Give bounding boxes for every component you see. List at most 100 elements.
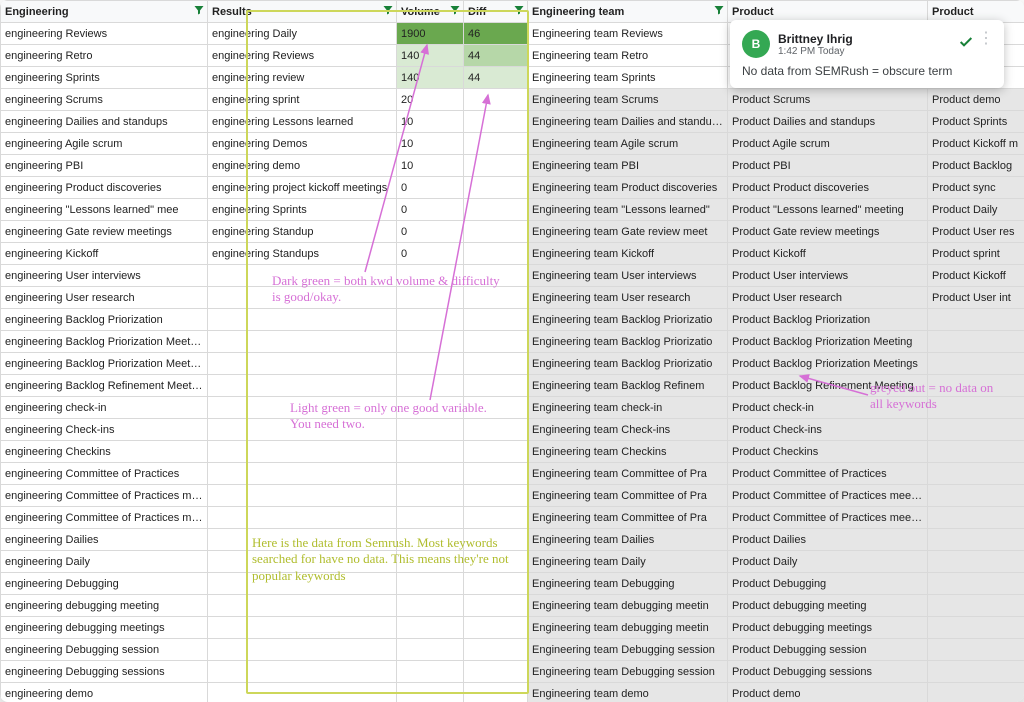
cell-c3[interactable]: 10 <box>397 133 464 155</box>
cell-c2[interactable] <box>208 639 397 661</box>
col-header-engineering[interactable]: Engineering <box>1 1 208 23</box>
cell-c2[interactable] <box>208 463 397 485</box>
cell-c4[interactable] <box>464 463 528 485</box>
cell-c1[interactable]: engineering "Lessons learned" mee <box>1 199 208 221</box>
cell-c2[interactable]: engineering Reviews <box>208 45 397 67</box>
col-header-engteam[interactable]: Engineering team <box>528 1 728 23</box>
cell-c2[interactable]: engineering sprint <box>208 89 397 111</box>
cell-c1[interactable]: engineering Scrums <box>1 89 208 111</box>
table-row[interactable]: engineering Debugging sessionEngineering… <box>1 639 1024 661</box>
cell-c3[interactable] <box>397 683 464 702</box>
cell-c3[interactable] <box>397 353 464 375</box>
cell-c3[interactable]: 0 <box>397 177 464 199</box>
comment-menu-icon[interactable]: ⋮ <box>978 34 994 44</box>
cell-c7[interactable] <box>928 463 1024 485</box>
cell-c6[interactable]: Product Dailies <box>728 529 928 551</box>
cell-c3[interactable] <box>397 639 464 661</box>
cell-c2[interactable] <box>208 617 397 639</box>
cell-c1[interactable]: engineering Retro <box>1 45 208 67</box>
funnel-icon[interactable] <box>513 4 525 16</box>
cell-c5[interactable]: Engineering team Backlog Priorizatio <box>528 309 728 331</box>
cell-c2[interactable]: engineering demo <box>208 155 397 177</box>
cell-c7[interactable]: Product Sprints <box>928 111 1024 133</box>
table-row[interactable]: engineering DailiesEngineering team Dail… <box>1 529 1024 551</box>
table-row[interactable]: engineering Backlog Priorization Meeting… <box>1 331 1024 353</box>
col-header-diff[interactable]: Diff <box>464 1 528 23</box>
cell-c5[interactable]: Engineering team Reviews <box>528 23 728 45</box>
cell-c7[interactable] <box>928 353 1024 375</box>
cell-c1[interactable]: engineering Committee of Practices meeti… <box>1 507 208 529</box>
cell-c1[interactable]: engineering Checkins <box>1 441 208 463</box>
cell-c5[interactable]: Engineering team debugging meetin <box>528 617 728 639</box>
cell-c2[interactable] <box>208 353 397 375</box>
cell-c2[interactable] <box>208 683 397 702</box>
cell-c1[interactable]: engineering Dailies <box>1 529 208 551</box>
cell-c7[interactable]: Product User res <box>928 221 1024 243</box>
cell-c1[interactable]: engineering Reviews <box>1 23 208 45</box>
cell-c3[interactable] <box>397 551 464 573</box>
funnel-icon[interactable] <box>449 4 461 16</box>
cell-c7[interactable]: Product sprint <box>928 243 1024 265</box>
table-row[interactable]: engineering demoEngineering team demoPro… <box>1 683 1024 702</box>
cell-c2[interactable] <box>208 397 397 419</box>
cell-c2[interactable] <box>208 507 397 529</box>
cell-c3[interactable] <box>397 397 464 419</box>
cell-c6[interactable]: Product Kickoff <box>728 243 928 265</box>
cell-c5[interactable]: Engineering team Dailies and standups <box>528 111 728 133</box>
cell-c5[interactable]: Engineering team Backlog Priorizatio <box>528 331 728 353</box>
comment-popup[interactable]: B Brittney Ihrig 1:42 PM Today ⋮ No data… <box>730 20 1004 88</box>
table-row[interactable]: engineering Backlog PriorizationEngineer… <box>1 309 1024 331</box>
cell-c4[interactable] <box>464 177 528 199</box>
table-row[interactable]: engineering Backlog Refinement MeetingEn… <box>1 375 1024 397</box>
cell-c7[interactable] <box>928 683 1024 702</box>
cell-c2[interactable]: engineering Standup <box>208 221 397 243</box>
cell-c2[interactable]: engineering project kickoff meetings <box>208 177 397 199</box>
cell-c1[interactable]: engineering check-in <box>1 397 208 419</box>
cell-c2[interactable] <box>208 573 397 595</box>
table-row[interactable]: engineering Dailies and standupsengineer… <box>1 111 1024 133</box>
cell-c3[interactable]: 20 <box>397 89 464 111</box>
table-row[interactable]: engineering Backlog Priorization Meeting… <box>1 353 1024 375</box>
cell-c2[interactable] <box>208 485 397 507</box>
cell-c3[interactable]: 0 <box>397 221 464 243</box>
cell-c4[interactable] <box>464 397 528 419</box>
cell-c6[interactable]: Product Dailies and standups <box>728 111 928 133</box>
cell-c1[interactable]: engineering Backlog Priorization Meeting <box>1 331 208 353</box>
table-row[interactable]: engineering User interviewsEngineering t… <box>1 265 1024 287</box>
cell-c6[interactable]: Product Checkins <box>728 441 928 463</box>
cell-c2[interactable]: engineering review <box>208 67 397 89</box>
col-header-volume[interactable]: Volume <box>397 1 464 23</box>
cell-c5[interactable]: Engineering team Checkins <box>528 441 728 463</box>
cell-c7[interactable]: Product Daily <box>928 199 1024 221</box>
cell-c5[interactable]: Engineering team Backlog Priorizatio <box>528 353 728 375</box>
cell-c3[interactable] <box>397 287 464 309</box>
cell-c7[interactable]: Product User int <box>928 287 1024 309</box>
cell-c5[interactable]: Engineering team Retro <box>528 45 728 67</box>
cell-c2[interactable] <box>208 309 397 331</box>
cell-c5[interactable]: Engineering team Debugging session <box>528 639 728 661</box>
cell-c6[interactable]: Product Committee of Practices meetings <box>728 507 928 529</box>
cell-c2[interactable] <box>208 529 397 551</box>
cell-c2[interactable] <box>208 595 397 617</box>
cell-c3[interactable]: 0 <box>397 243 464 265</box>
cell-c5[interactable]: Engineering team "Lessons learned" <box>528 199 728 221</box>
cell-c7[interactable] <box>928 309 1024 331</box>
cell-c1[interactable]: engineering Backlog Priorization Meeting… <box>1 353 208 375</box>
table-row[interactable]: engineering PBIengineering demo10Enginee… <box>1 155 1024 177</box>
cell-c4[interactable] <box>464 551 528 573</box>
cell-c2[interactable] <box>208 441 397 463</box>
col-header-results[interactable]: Results <box>208 1 397 23</box>
cell-c5[interactable]: Engineering team Agile scrum <box>528 133 728 155</box>
cell-c4[interactable] <box>464 221 528 243</box>
cell-c4[interactable] <box>464 617 528 639</box>
cell-c7[interactable]: Product sync <box>928 177 1024 199</box>
cell-c6[interactable]: Product Backlog Refinement Meeting <box>728 375 928 397</box>
cell-c4[interactable] <box>464 133 528 155</box>
cell-c4[interactable]: 44 <box>464 45 528 67</box>
cell-c4[interactable] <box>464 441 528 463</box>
cell-c5[interactable]: Engineering team Debugging session <box>528 661 728 683</box>
cell-c7[interactable] <box>928 419 1024 441</box>
cell-c5[interactable]: Engineering team Committee of Pra <box>528 485 728 507</box>
cell-c4[interactable] <box>464 243 528 265</box>
cell-c1[interactable]: engineering Gate review meetings <box>1 221 208 243</box>
